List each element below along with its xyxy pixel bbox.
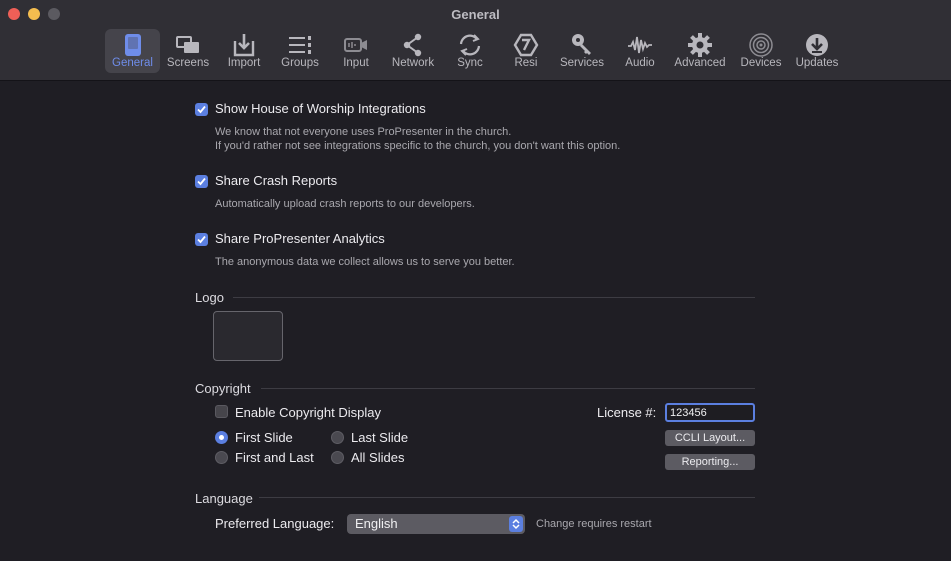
tab-label: Audio bbox=[625, 57, 655, 69]
logo-image-well[interactable] bbox=[213, 311, 283, 361]
tab-label: Updates bbox=[795, 57, 839, 69]
analytics-description: The anonymous data we collect allows us … bbox=[215, 256, 515, 268]
language-section-title: Language bbox=[195, 491, 253, 506]
copyright-divider bbox=[261, 388, 755, 389]
advanced-icon bbox=[687, 32, 713, 58]
tab-label: Services bbox=[559, 57, 605, 69]
import-icon bbox=[231, 32, 257, 58]
language-divider bbox=[259, 497, 755, 498]
tab-sync[interactable]: Sync bbox=[445, 29, 495, 73]
tab-resi[interactable]: Resi bbox=[501, 29, 551, 73]
tab-screens[interactable]: Screens bbox=[163, 29, 213, 73]
preferred-language-label: Preferred Language: bbox=[215, 516, 335, 531]
window-title: General bbox=[451, 7, 500, 22]
first-and-last-radio[interactable] bbox=[215, 451, 228, 464]
tab-audio[interactable]: Audio bbox=[615, 29, 665, 73]
worship-integrations-description: We know that not everyone uses ProPresen… bbox=[215, 126, 512, 138]
title-bar: General General Screens Import Groups In… bbox=[0, 0, 951, 81]
worship-integrations-checkbox[interactable] bbox=[195, 103, 208, 116]
groups-icon bbox=[287, 32, 313, 58]
tab-label: Import bbox=[227, 57, 261, 69]
tab-devices[interactable]: Devices bbox=[736, 29, 786, 73]
tab-label: Resi bbox=[514, 57, 538, 69]
screens-icon bbox=[175, 32, 201, 58]
last-slide-label: Last Slide bbox=[351, 430, 409, 445]
last-slide-radio[interactable] bbox=[331, 431, 344, 444]
tab-label: Network bbox=[391, 57, 435, 69]
tab-label: Devices bbox=[740, 57, 782, 69]
tab-general[interactable]: General bbox=[105, 29, 160, 73]
tab-label: Advanced bbox=[674, 57, 726, 69]
tab-label: Input bbox=[343, 57, 369, 69]
updates-icon bbox=[804, 32, 830, 58]
input-icon bbox=[343, 32, 369, 58]
selected-language: English bbox=[355, 516, 398, 531]
analytics-checkbox[interactable] bbox=[195, 233, 208, 246]
general-preferences-pane: Show House of Worship Integrations We kn… bbox=[0, 81, 951, 561]
enable-copyright-label: Enable Copyright Display bbox=[235, 405, 381, 420]
sync-icon bbox=[457, 32, 483, 58]
crash-reports-checkbox[interactable] bbox=[195, 175, 208, 188]
all-slides-radio[interactable] bbox=[331, 451, 344, 464]
audio-icon bbox=[627, 32, 653, 58]
tab-groups[interactable]: Groups bbox=[275, 29, 325, 73]
preferred-language-select[interactable]: English bbox=[347, 514, 525, 534]
analytics-label: Share ProPresenter Analytics bbox=[215, 231, 385, 246]
logo-section-title: Logo bbox=[195, 290, 224, 305]
ccli-layout-button[interactable]: CCLI Layout... bbox=[665, 430, 755, 446]
tab-advanced[interactable]: Advanced bbox=[671, 29, 729, 73]
logo-divider bbox=[233, 297, 755, 298]
tab-services[interactable]: Services bbox=[557, 29, 607, 73]
crash-reports-description: Automatically upload crash reports to ou… bbox=[215, 198, 475, 210]
general-icon bbox=[120, 32, 146, 58]
tab-label: Groups bbox=[281, 57, 319, 69]
preferences-toolbar: General Screens Import Groups Input Netw… bbox=[0, 29, 951, 75]
tab-label: Screens bbox=[166, 57, 210, 69]
devices-icon bbox=[748, 32, 774, 58]
tab-label: General bbox=[112, 57, 153, 69]
checkmark-icon bbox=[197, 177, 206, 186]
tab-import[interactable]: Import bbox=[219, 29, 269, 73]
network-icon bbox=[400, 32, 426, 58]
first-and-last-label: First and Last bbox=[235, 450, 314, 465]
services-icon bbox=[569, 32, 595, 58]
resi-icon bbox=[513, 32, 539, 58]
tab-updates[interactable]: Updates bbox=[792, 29, 842, 73]
copyright-section-title: Copyright bbox=[195, 381, 251, 396]
tab-network[interactable]: Network bbox=[387, 29, 439, 73]
checkmark-icon bbox=[197, 235, 206, 244]
worship-integrations-description-2: If you'd rather not see integrations spe… bbox=[215, 140, 621, 152]
tab-label: Sync bbox=[457, 57, 483, 69]
restart-note: Change requires restart bbox=[536, 518, 652, 530]
checkmark-icon bbox=[197, 105, 206, 114]
tab-input[interactable]: Input bbox=[331, 29, 381, 73]
worship-integrations-label: Show House of Worship Integrations bbox=[215, 101, 426, 116]
enable-copyright-checkbox[interactable] bbox=[215, 405, 228, 418]
select-chevron-icon bbox=[509, 516, 523, 532]
license-label: License #: bbox=[597, 405, 657, 420]
crash-reports-label: Share Crash Reports bbox=[215, 173, 338, 188]
reporting-button[interactable]: Reporting... bbox=[665, 454, 755, 470]
first-slide-label: First Slide bbox=[235, 430, 293, 445]
first-slide-radio[interactable] bbox=[215, 431, 228, 444]
all-slides-label: All Slides bbox=[351, 450, 405, 465]
license-number-input[interactable] bbox=[665, 403, 755, 422]
